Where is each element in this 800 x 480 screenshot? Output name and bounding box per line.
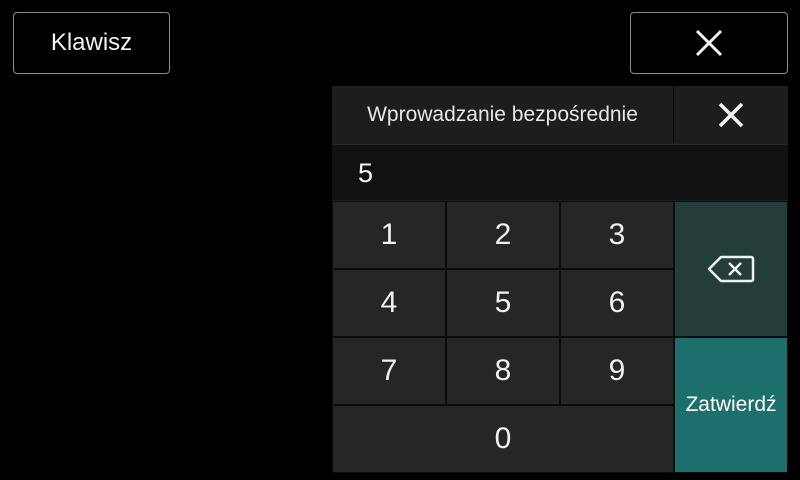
key-5[interactable]: 5 xyxy=(446,269,560,337)
key-1[interactable]: 1 xyxy=(332,201,446,269)
key-6[interactable]: 6 xyxy=(560,269,674,337)
key-9[interactable]: 9 xyxy=(560,337,674,405)
direct-entry-panel: Wprowadzanie bezpośrednie 5 1 2 3 4 5 6 … xyxy=(332,86,788,473)
key-0[interactable]: 0 xyxy=(332,405,674,473)
close-screen-button[interactable] xyxy=(630,12,788,74)
confirm-button[interactable]: Zatwierdź xyxy=(674,337,788,473)
close-icon xyxy=(717,101,745,129)
input-value: 5 xyxy=(358,157,374,188)
key-4[interactable]: 4 xyxy=(332,269,446,337)
keyboard-button[interactable]: Klawisz xyxy=(13,12,170,74)
direct-entry-screen: Klawisz Wprowadzanie bezpośrednie 5 1 2 … xyxy=(0,0,800,480)
close-icon xyxy=(694,28,724,58)
key-7[interactable]: 7 xyxy=(332,337,446,405)
backspace-icon xyxy=(707,254,755,284)
panel-close-button[interactable] xyxy=(674,86,788,143)
key-2[interactable]: 2 xyxy=(446,201,560,269)
panel-title: Wprowadzanie bezpośrednie xyxy=(332,86,674,143)
input-display: 5 xyxy=(332,144,788,200)
key-8[interactable]: 8 xyxy=(446,337,560,405)
panel-header: Wprowadzanie bezpośrednie xyxy=(332,86,788,143)
confirm-button-label: Zatwierdź xyxy=(685,393,777,416)
keyboard-button-label: Klawisz xyxy=(50,29,133,56)
key-3[interactable]: 3 xyxy=(560,201,674,269)
backspace-button[interactable] xyxy=(674,201,788,337)
